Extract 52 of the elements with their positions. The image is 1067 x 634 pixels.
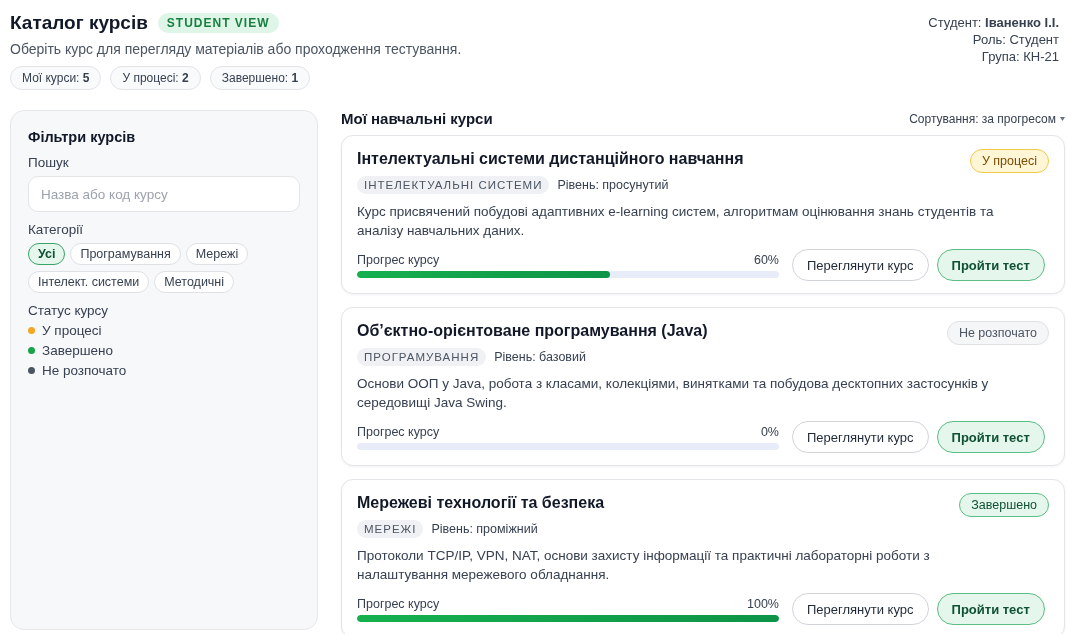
course-description: Основи ООП у Java, робота з класами, колекціями, винятками та побудова десктопних застосунків у середовищі Java Swing.: [357, 375, 990, 412]
user-info: Роль: Студент: [972, 32, 1059, 47]
take-test-button[interactable]: Пройти тест: [936, 593, 1045, 625]
take-test-button[interactable]: Пройти тест: [936, 421, 1045, 453]
page-title: Каталог курсів: [10, 12, 148, 34]
progress-label: Прогрес курсу: [357, 252, 440, 267]
status-option[interactable]: У процесі: [42, 323, 102, 338]
status-badge: У процесі: [969, 149, 1049, 173]
section-title: Мої навчальні курси: [341, 110, 493, 127]
category-chip[interactable]: Програмування: [70, 243, 181, 265]
status-option[interactable]: Завершено: [42, 343, 113, 358]
course-title: Інтелектуальні системи дистанційного навчання: [357, 150, 744, 168]
progress-percent: 60%: [753, 252, 779, 267]
status-badge: Не розпочато: [946, 321, 1049, 345]
progress-percent: 0%: [760, 424, 779, 439]
status-option[interactable]: Не розпочато: [42, 363, 127, 378]
view-course-button[interactable]: Переглянути курс: [792, 249, 929, 281]
user-info: Студент: Іваненко І.І.: [928, 15, 1059, 30]
course-level: Рівень: проміжний: [431, 522, 538, 536]
course-description: Протоколи TCP/IP, VPN, NAT, основи захисту інформації та практичні лабораторні роботи з налаштування мережевого обладнання.: [357, 547, 931, 584]
stat-chip: У процесі: 2: [110, 66, 201, 90]
stat-chip: Завершено: 1: [209, 66, 311, 90]
category-tag: ПРОГРАМУВАННЯ: [357, 348, 487, 366]
view-course-button[interactable]: Переглянути курс: [792, 421, 929, 453]
progress-label: Прогрес курсу: [357, 424, 440, 439]
category-chip[interactable]: Усі: [28, 243, 66, 265]
caret-icon: [1060, 116, 1065, 121]
course-description: Курс присвячений побудові адаптивних e-learning систем, алгоритмам оцінювання знань студентів та аналізу навчальних даних.: [357, 203, 995, 240]
categories-label: Категорії: [28, 222, 84, 237]
category-chip[interactable]: Інтелект. системи: [28, 271, 150, 293]
status-label: Статус курсу: [28, 303, 110, 318]
view-badge: STUDENT VIEW: [157, 13, 279, 33]
course-title: Мережеві технології та безпека: [357, 494, 605, 512]
category-chip[interactable]: Методичні: [154, 271, 235, 293]
course-title: Об’єктно-орієнтоване програмування (Java): [357, 322, 708, 340]
search-label: Пошук: [28, 155, 70, 170]
take-test-button[interactable]: Пройти тест: [936, 249, 1045, 281]
user-info: Група: КН-21: [981, 49, 1059, 64]
status-badge: Завершено: [959, 493, 1049, 517]
category-tag: ІНТЕЛЕКТУАЛЬНІ СИСТЕМИ: [357, 176, 550, 194]
course-level: Рівень: базовий: [494, 350, 586, 364]
progress-percent: 100%: [747, 596, 779, 611]
progress-label: Прогрес курсу: [357, 596, 440, 611]
search-field[interactable]: Назва або код курсу: [28, 176, 300, 212]
sort-dropdown[interactable]: Сортування: за прогресом: [909, 111, 1065, 126]
course-level: Рівень: просунутий: [557, 178, 669, 192]
stat-chip: Мої курси: 5: [10, 66, 102, 90]
filters-title: Фільтри курсів: [28, 129, 137, 145]
category-chip[interactable]: Мережі: [185, 243, 249, 265]
page-subtitle: Оберіть курс для перегляду матеріалів або проходження тестування.: [10, 41, 462, 57]
category-tag: МЕРЕЖІ: [357, 520, 424, 538]
view-course-button[interactable]: Переглянути курс: [792, 593, 929, 625]
